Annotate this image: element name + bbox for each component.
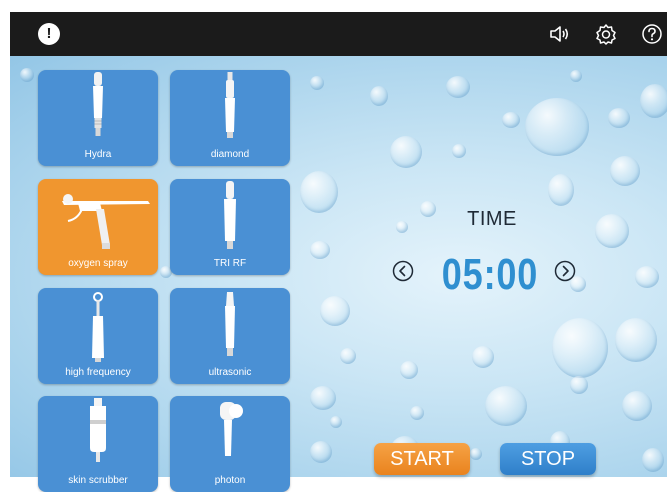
alert-icon[interactable]: ! <box>38 23 60 45</box>
water-droplet <box>552 318 608 378</box>
tile-photon[interactable]: photon <box>170 396 290 492</box>
speaker-icon[interactable] <box>548 23 570 45</box>
water-droplet <box>570 376 588 394</box>
timer-value: 05:00 <box>441 250 539 299</box>
tile-diamond[interactable]: diamond <box>170 70 290 166</box>
water-droplet <box>396 221 408 233</box>
tile-label: Hydra <box>84 149 112 160</box>
water-droplet <box>370 86 388 106</box>
water-droplet <box>310 76 324 90</box>
tile-ultrasonic[interactable]: ultrasonic <box>170 288 290 384</box>
water-droplet <box>20 68 34 82</box>
tile-label: ultrasonic <box>208 367 252 378</box>
help-icon[interactable] <box>641 23 663 45</box>
water-droplet <box>485 386 527 426</box>
tile-label: high frequency <box>65 367 131 378</box>
water-droplet <box>310 386 336 410</box>
tile-label: TRI RF <box>213 258 247 269</box>
water-droplet <box>502 112 520 128</box>
tile-tri-rf[interactable]: TRI RF <box>170 179 290 275</box>
water-droplet <box>452 144 466 158</box>
water-droplet <box>310 241 330 259</box>
top-margin <box>0 0 667 12</box>
water-droplet <box>300 171 338 213</box>
stop-button[interactable]: STOP <box>500 443 596 475</box>
water-droplet <box>472 346 494 368</box>
tile-oxygen-spray[interactable]: oxygen spray <box>38 179 158 275</box>
water-droplet <box>310 441 332 463</box>
water-droplet <box>420 201 436 217</box>
water-droplet <box>608 108 630 128</box>
water-droplet <box>595 214 629 248</box>
tile-high-frequency[interactable]: high frequency <box>38 288 158 384</box>
tile-skin-scrubber[interactable]: skin scrubber <box>38 396 158 492</box>
time-label: TIME <box>467 208 517 230</box>
water-droplet <box>330 416 342 428</box>
water-droplet <box>642 448 664 472</box>
start-button[interactable]: START <box>374 443 470 475</box>
water-droplet <box>400 361 418 379</box>
water-droplet <box>635 266 659 288</box>
water-droplet <box>390 136 422 168</box>
water-droplet <box>525 98 589 156</box>
water-droplet <box>446 76 470 98</box>
water-droplet <box>320 296 350 326</box>
water-droplet <box>340 348 356 364</box>
tile-label: oxygen spray <box>68 258 128 269</box>
increase-time-button[interactable] <box>554 260 576 282</box>
top-bar: ! <box>10 12 667 56</box>
decrease-time-button[interactable] <box>392 260 414 282</box>
water-droplet <box>410 406 424 420</box>
water-droplet <box>610 156 640 186</box>
water-droplet <box>622 391 652 421</box>
water-droplet <box>548 174 574 206</box>
water-droplet <box>615 318 657 362</box>
water-droplet <box>640 84 667 118</box>
water-droplet <box>470 448 482 460</box>
settings-icon[interactable] <box>595 23 617 45</box>
tile-label: diamond <box>210 149 250 160</box>
tile-hydra[interactable]: Hydra <box>38 70 158 166</box>
water-droplet <box>570 70 582 82</box>
